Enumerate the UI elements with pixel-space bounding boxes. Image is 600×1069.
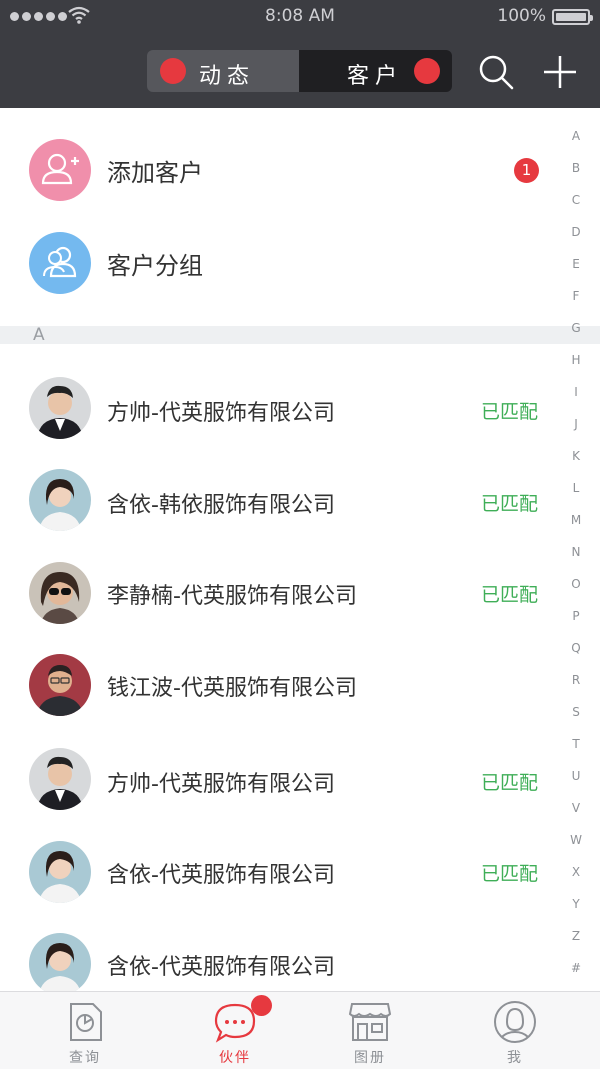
avatar (29, 748, 91, 810)
contact-row[interactable]: 方帅-代英服饰有限公司 已匹配 (0, 728, 600, 823)
report-icon (70, 1003, 102, 1041)
matched-status: 已匹配 (481, 863, 539, 885)
index-letter[interactable]: V (566, 800, 586, 832)
tab-partners-label: 伙伴 (219, 1050, 251, 1066)
red-dot-icon (160, 58, 186, 84)
alphabet-index[interactable]: A B C D E F G H I J K L M N O P Q R S T … (566, 128, 586, 992)
tab-partners[interactable]: 伙伴 (160, 992, 310, 1069)
segment-dynamic[interactable]: 动态 (147, 50, 299, 92)
avatar (29, 377, 91, 439)
contact-row[interactable]: 含依-代英服饰有限公司 (0, 915, 600, 991)
tab-bar: 查询 伙伴 图册 我 (0, 991, 600, 1069)
index-letter[interactable]: Y (566, 896, 586, 928)
tab-query-label: 查询 (69, 1050, 101, 1066)
segment-control: 动态 客户 (147, 50, 452, 92)
tab-me-label: 我 (507, 1050, 523, 1066)
index-letter[interactable]: F (566, 288, 586, 320)
index-letter[interactable]: M (566, 512, 586, 544)
red-dot-icon (414, 58, 440, 84)
index-letter[interactable]: A (566, 128, 586, 160)
contact-row[interactable]: 含依-代英服饰有限公司 已匹配 (0, 823, 600, 915)
segment-dynamic-label: 动态 (199, 64, 256, 89)
user-group-icon (29, 232, 91, 294)
contact-name: 钱江波-代英服饰有限公司 (107, 676, 357, 701)
matched-status: 已匹配 (481, 493, 539, 515)
index-letter[interactable]: W (566, 832, 586, 864)
index-letter[interactable]: N (566, 544, 586, 576)
matched-status: 已匹配 (481, 401, 539, 423)
contact-name: 含依-代英服饰有限公司 (107, 863, 335, 888)
index-letter[interactable]: J (566, 416, 586, 448)
segment-customers-label: 客户 (347, 64, 404, 89)
index-letter[interactable]: G (566, 320, 586, 352)
customer-group-row[interactable]: 客户分组 (0, 222, 600, 302)
index-letter[interactable]: Z (566, 928, 586, 960)
index-letter[interactable]: S (566, 704, 586, 736)
index-letter[interactable]: B (566, 160, 586, 192)
index-letter[interactable]: R (566, 672, 586, 704)
store-icon (348, 1003, 392, 1041)
tab-catalog[interactable]: 图册 (295, 992, 445, 1069)
index-letter[interactable]: H (566, 352, 586, 384)
notification-dot (251, 995, 272, 1016)
contact-row[interactable]: 含依-韩依服饰有限公司 已匹配 (0, 452, 600, 544)
search-icon[interactable] (478, 54, 514, 90)
contact-name: 含依-韩依服饰有限公司 (107, 493, 335, 518)
index-letter[interactable]: E (566, 256, 586, 288)
notification-badge: 1 (514, 158, 539, 183)
index-letter[interactable]: U (566, 768, 586, 800)
section-header-a: A (0, 325, 600, 345)
index-letter[interactable]: X (566, 864, 586, 896)
section-letter: A (33, 325, 45, 345)
customer-group-label: 客户分组 (107, 252, 203, 280)
tab-me[interactable]: 我 (440, 992, 590, 1069)
index-letter[interactable]: Q (566, 640, 586, 672)
index-letter[interactable]: I (566, 384, 586, 416)
top-bar: 8:08 AM 100% 动态 客户 (0, 0, 600, 108)
tab-query[interactable]: 查询 (10, 992, 160, 1069)
index-letter[interactable]: T (566, 736, 586, 768)
index-letter[interactable]: D (566, 224, 586, 256)
avatar (29, 933, 91, 991)
status-bar: 8:08 AM 100% (0, 0, 600, 34)
contact-name: 方帅-代英服饰有限公司 (107, 401, 335, 426)
tab-catalog-label: 图册 (354, 1050, 386, 1066)
contact-name: 含依-代英服饰有限公司 (107, 955, 335, 980)
avatar (29, 562, 91, 624)
contact-row[interactable]: 钱江波-代英服饰有限公司 (0, 636, 600, 728)
avatar (29, 654, 91, 716)
avatar (29, 841, 91, 903)
index-letter[interactable]: L (566, 480, 586, 512)
plus-icon[interactable] (542, 54, 578, 90)
battery-percent: 100% (497, 6, 546, 26)
battery-icon (552, 9, 593, 25)
matched-status: 已匹配 (481, 584, 539, 606)
matched-status: 已匹配 (481, 772, 539, 794)
contact-name: 方帅-代英服饰有限公司 (107, 772, 335, 797)
index-letter[interactable]: K (566, 448, 586, 480)
index-letter[interactable]: O (566, 576, 586, 608)
index-letter[interactable]: P (566, 608, 586, 640)
avatar (29, 469, 91, 531)
index-letter[interactable]: C (566, 192, 586, 224)
add-customer-label: 添加客户 (107, 159, 203, 187)
index-letter[interactable]: # (566, 960, 586, 992)
profile-icon (494, 1001, 536, 1043)
contact-row[interactable]: 李静楠-代英服饰有限公司 已匹配 (0, 544, 600, 636)
contact-row[interactable]: 方帅-代英服饰有限公司 已匹配 (0, 362, 600, 452)
add-customer-row[interactable]: 添加客户 (0, 130, 600, 210)
contact-name: 李静楠-代英服饰有限公司 (107, 584, 357, 609)
segment-customers[interactable]: 客户 (299, 50, 452, 92)
add-user-icon (29, 139, 91, 201)
